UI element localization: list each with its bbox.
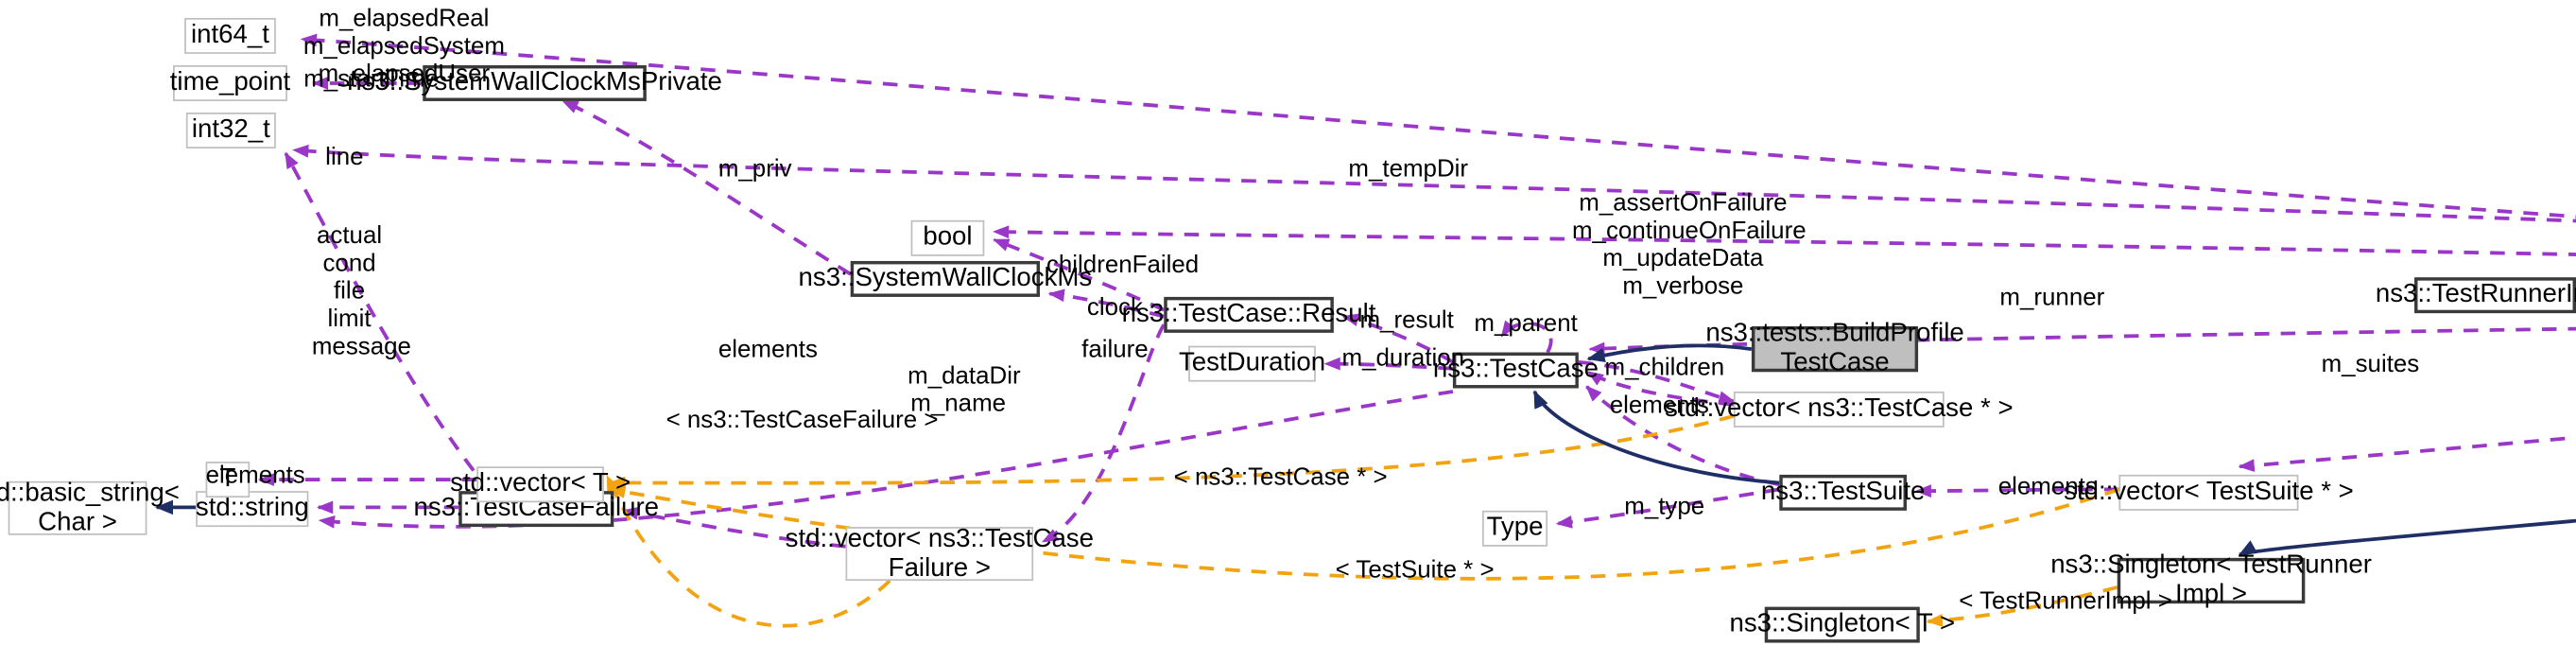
edge-label-m-result: m_result <box>1359 306 1454 335</box>
node-std-vector-t[interactable]: std::vector< T > <box>450 466 631 503</box>
template-edges <box>605 413 2120 628</box>
node-ns3-testcase-result[interactable]: ns3::TestCase::Result <box>1122 296 1375 333</box>
edge-label-m-parent: m_parent <box>1474 309 1578 339</box>
edge-label-elements-testcasefailure: elements <box>717 336 818 364</box>
node-std-vector-testsuite-ptr[interactable]: std::vector< TestSuite * > <box>2064 474 2354 511</box>
edge-label-m-children: m_children <box>1604 354 1725 382</box>
edge-label-elements-testcaseptr: elements <box>1609 391 1709 420</box>
diagram-scale-wrapper: int64_t time_point int32_t ns3::SystemWa… <box>0 0 2576 646</box>
edge-label-childrenfailed: childrenFailed <box>1046 251 1200 279</box>
edge-label-runner-flags: m_assertOnFailure m_continueOnFailure m_… <box>1571 189 1807 301</box>
node-ns3-tests-buildprofiletestcase[interactable]: ns3::tests::BuildProfile TestCase <box>1705 320 1963 376</box>
node-type[interactable]: Type <box>1481 510 1548 547</box>
edge-label-m-runner: m_runner <box>1999 284 2105 312</box>
edge-label-starttime: m_startTime <box>303 64 440 94</box>
edge-runner-suites-to-vectestsuiteptr <box>2238 435 2576 472</box>
edge-label-template-testsuiteptr: < TestSuite * > <box>1335 556 1495 585</box>
edge-label-template-testcaseptr: < ns3::TestCase * > <box>1173 463 1388 492</box>
node-std-vector-testcasefailure[interactable]: std::vector< ns3::TestCase Failure > <box>786 525 1094 582</box>
node-ns3-singleton-t[interactable]: ns3::Singleton< T > <box>1729 606 1955 643</box>
node-testduration[interactable]: TestDuration <box>1179 345 1325 382</box>
edge-label-elements-t: elements <box>205 462 305 490</box>
edge-label-failure: failure <box>1081 336 1149 364</box>
node-std-basic-string[interactable]: std::basic_string< Char > <box>0 479 180 535</box>
node-ns3-testrunnerimpl[interactable]: ns3::TestRunnerImpl <box>2376 277 2576 314</box>
node-bool[interactable]: bool <box>910 219 985 256</box>
node-time-point[interactable]: time_point <box>170 64 290 101</box>
node-ns3-testcase[interactable]: ns3::TestCase <box>1433 352 1599 389</box>
edge-label-m-type: m_type <box>1624 492 1705 521</box>
edge-label-m-suites: m_suites <box>2321 350 2420 379</box>
node-ns3-testsuite[interactable]: ns3::TestSuite <box>1761 474 1925 511</box>
collaboration-diagram: int64_t time_point int32_t ns3::SystemWa… <box>0 0 2576 646</box>
edge-label-clock: clock <box>1086 293 1143 322</box>
edge-label-line: line <box>325 143 364 172</box>
node-int64-t[interactable]: int64_t <box>184 17 276 54</box>
edge-syswallclockms-to-syswallclockmspriv <box>562 99 852 276</box>
node-std-vector-testcase-ptr[interactable]: std::vector< ns3::TestCase * > <box>1665 391 2014 428</box>
edge-label-m-duration: m_duration <box>1341 343 1465 373</box>
edge-label-template-testcasefailure: < ns3::TestCaseFailure > <box>666 406 939 434</box>
edge-label-m-tempdir: m_tempDir <box>1348 154 1469 183</box>
edge-label-m-priv: m_priv <box>717 154 792 183</box>
edge-label-template-testrunnerimpl: < TestRunnerImpl > <box>1959 586 2172 616</box>
node-int32-t[interactable]: int32_t <box>185 113 276 148</box>
edge-label-string-props: actual cond file limit message <box>311 221 411 361</box>
node-ns3-systemwallclockms[interactable]: ns3::SystemWallClockMs <box>799 260 1092 297</box>
edge-label-elements-testsuiteptr: elements <box>1997 473 2098 501</box>
